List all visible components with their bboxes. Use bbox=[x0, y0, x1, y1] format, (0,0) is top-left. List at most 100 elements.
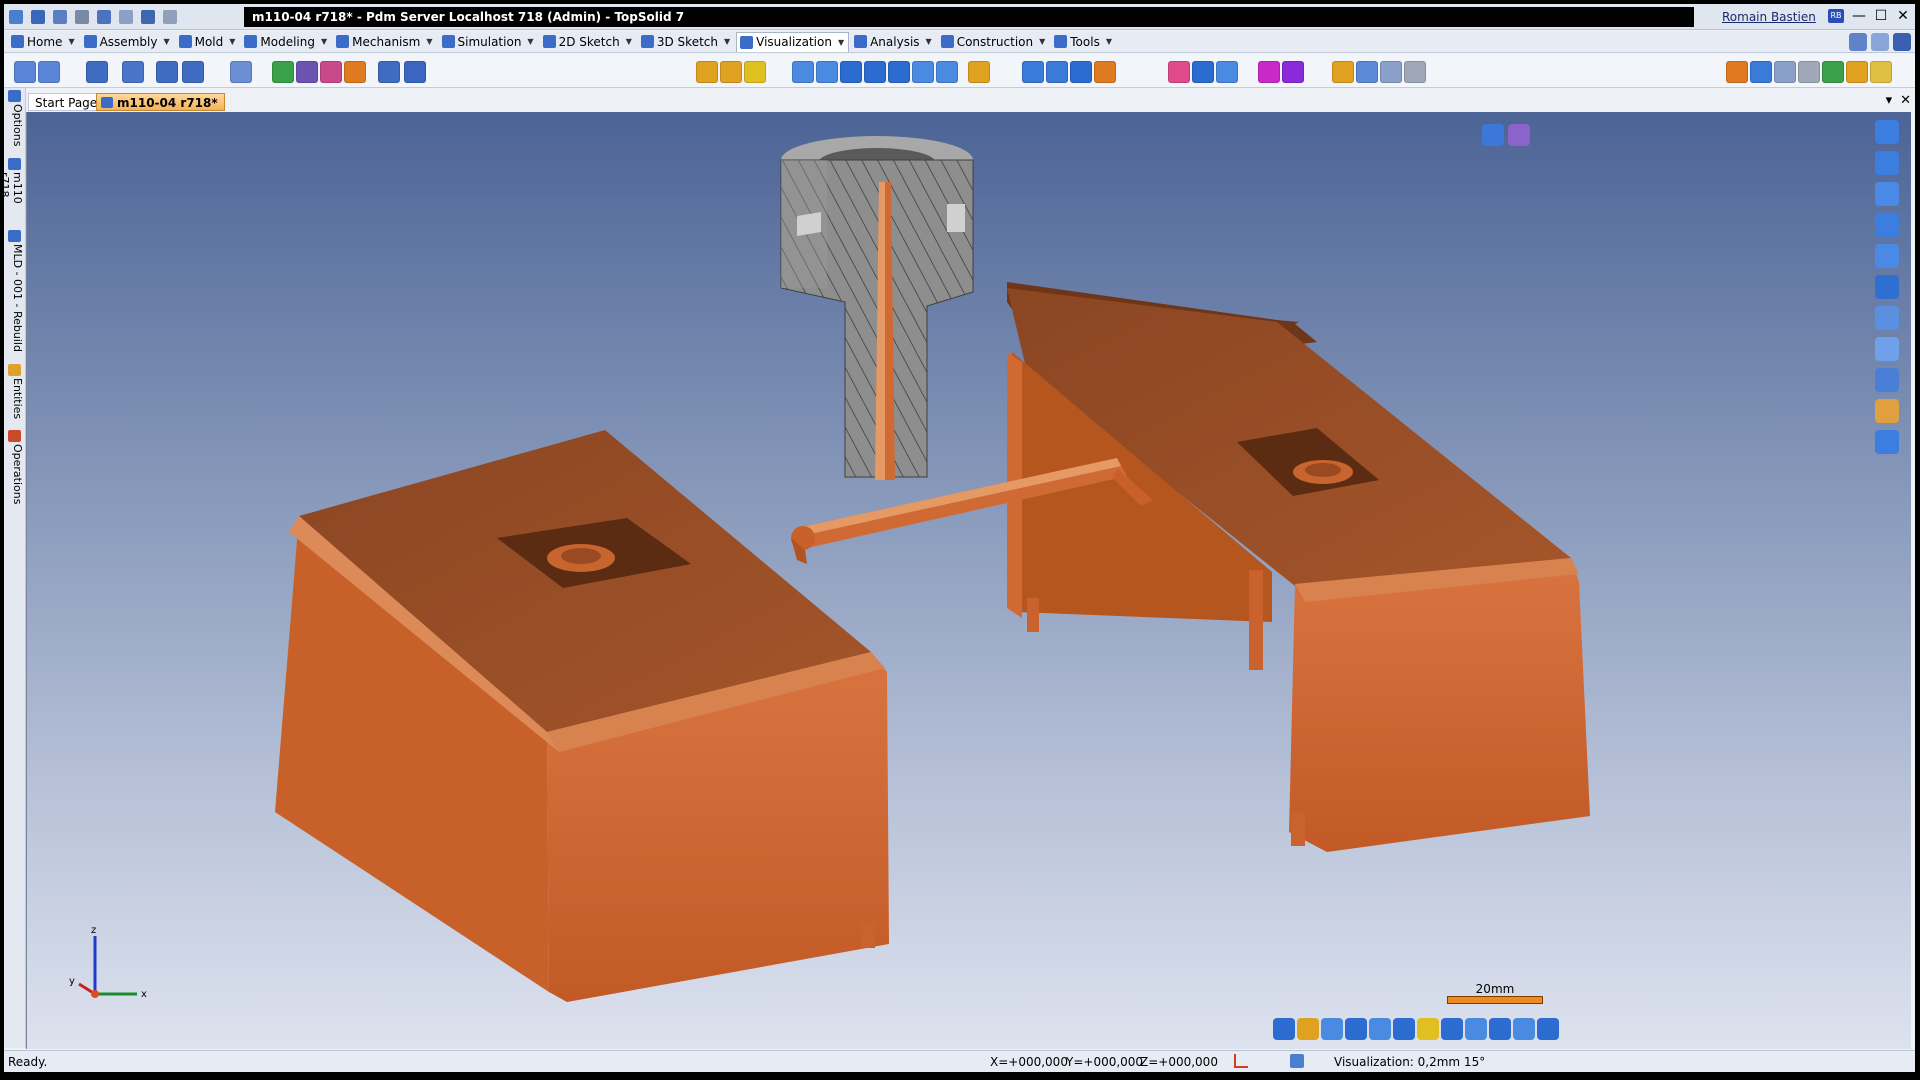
chevron-down-icon[interactable]: ▼ bbox=[1039, 37, 1045, 46]
tab-list-button[interactable]: ▾ bbox=[1886, 93, 1893, 108]
tool-e-icon[interactable] bbox=[1822, 61, 1844, 83]
menu-tab-home[interactable]: Home ▼ bbox=[8, 32, 79, 52]
standard-view-7-icon[interactable] bbox=[1417, 1018, 1439, 1040]
view-help-icon[interactable] bbox=[1875, 430, 1899, 454]
material-2-icon[interactable] bbox=[1282, 61, 1304, 83]
close-button[interactable]: ✕ bbox=[1893, 6, 1913, 26]
standard-view-4-icon[interactable] bbox=[1345, 1018, 1367, 1040]
menu-tab-tools[interactable]: Tools ▼ bbox=[1051, 32, 1116, 52]
export-icon[interactable] bbox=[378, 61, 400, 83]
render-mode-icon[interactable] bbox=[1875, 399, 1899, 423]
pen-tool-button[interactable] bbox=[138, 7, 158, 27]
tool-f-icon[interactable] bbox=[1846, 61, 1868, 83]
standard-view-1-icon[interactable] bbox=[1273, 1018, 1295, 1040]
walk-person-icon[interactable] bbox=[404, 61, 426, 83]
view-5-icon[interactable] bbox=[888, 61, 910, 83]
close-document-button[interactable]: ✕ bbox=[1900, 93, 1911, 108]
dock-tab-entities[interactable]: Entities bbox=[6, 364, 24, 426]
tool-b-icon[interactable] bbox=[1750, 61, 1772, 83]
measure-icon[interactable] bbox=[156, 61, 178, 83]
layers-icon[interactable] bbox=[86, 61, 108, 83]
standard-view-11-icon[interactable] bbox=[1513, 1018, 1535, 1040]
section-icon[interactable] bbox=[1094, 61, 1116, 83]
part-1-icon[interactable] bbox=[1022, 61, 1044, 83]
snap-icon[interactable] bbox=[1234, 1054, 1248, 1068]
standard-view-12-icon[interactable] bbox=[1537, 1018, 1559, 1040]
standard-view-8-icon[interactable] bbox=[1441, 1018, 1463, 1040]
menu-tab-2d-sketch[interactable]: 2D Sketch ▼ bbox=[540, 32, 636, 52]
options-icon[interactable] bbox=[1849, 33, 1867, 51]
part-2-icon[interactable] bbox=[1046, 61, 1068, 83]
redo-button[interactable] bbox=[116, 7, 136, 27]
tool-a-icon[interactable] bbox=[1726, 61, 1748, 83]
section-plane-icon[interactable] bbox=[1875, 244, 1899, 268]
undo-button[interactable] bbox=[94, 7, 114, 27]
light-icon[interactable] bbox=[1192, 61, 1214, 83]
snapshot-icon[interactable] bbox=[1380, 61, 1402, 83]
display-icon[interactable] bbox=[1290, 1054, 1304, 1068]
monitor-icon[interactable] bbox=[296, 61, 318, 83]
dock-tab-project[interactable]: m110 r718 bbox=[4, 158, 24, 228]
chevron-down-icon[interactable]: ▼ bbox=[426, 37, 432, 46]
texture-icon[interactable] bbox=[344, 61, 366, 83]
menu-tab-construction[interactable]: Construction ▼ bbox=[938, 32, 1050, 52]
capture-icon[interactable] bbox=[1404, 61, 1426, 83]
standard-view-6-icon[interactable] bbox=[1393, 1018, 1415, 1040]
dock-tab-rebuild[interactable]: MLD - 001 - Rebuild bbox=[6, 230, 24, 360]
material-1-icon[interactable] bbox=[1258, 61, 1280, 83]
user-name-link[interactable]: Romain Bastien bbox=[1722, 10, 1816, 24]
view-6-icon[interactable] bbox=[912, 61, 934, 83]
magnifier-tool-icon[interactable] bbox=[230, 61, 252, 83]
part-3-icon[interactable] bbox=[1070, 61, 1092, 83]
search-icon[interactable] bbox=[1871, 33, 1889, 51]
help-icon[interactable] bbox=[1893, 33, 1911, 51]
view-layout-icon[interactable] bbox=[1875, 275, 1899, 299]
standard-view-3-icon[interactable] bbox=[1321, 1018, 1343, 1040]
view-cube-icon[interactable] bbox=[1482, 124, 1504, 146]
view-1-icon[interactable] bbox=[792, 61, 814, 83]
pan-icon[interactable] bbox=[1875, 120, 1899, 144]
standard-view-9-icon[interactable] bbox=[1465, 1018, 1487, 1040]
view-3-icon[interactable] bbox=[840, 61, 862, 83]
tool-c-icon[interactable] bbox=[1774, 61, 1796, 83]
palette-icon[interactable] bbox=[1168, 61, 1190, 83]
tool-d-icon[interactable] bbox=[1798, 61, 1820, 83]
fly-icon[interactable] bbox=[1875, 213, 1899, 237]
walk-icon[interactable] bbox=[1875, 182, 1899, 206]
chevron-down-icon[interactable]: ▼ bbox=[163, 37, 169, 46]
menu-tab-modeling[interactable]: Modeling ▼ bbox=[241, 32, 331, 52]
menu-tab-simulation[interactable]: Simulation ▼ bbox=[439, 32, 538, 52]
chevron-down-icon[interactable]: ▼ bbox=[724, 37, 730, 46]
rotate-icon[interactable] bbox=[1875, 151, 1899, 175]
camera-eye-icon[interactable] bbox=[1508, 124, 1530, 146]
view-7-icon[interactable] bbox=[936, 61, 958, 83]
dock-tab-operations[interactable]: Operations bbox=[6, 430, 24, 510]
binoculars-icon[interactable] bbox=[14, 61, 36, 83]
color-icon[interactable] bbox=[320, 61, 342, 83]
menu-tab-mechanism[interactable]: Mechanism ▼ bbox=[333, 32, 436, 52]
chevron-down-icon[interactable]: ▼ bbox=[321, 37, 327, 46]
refresh-button[interactable] bbox=[160, 7, 180, 27]
filter-icon[interactable] bbox=[1216, 61, 1238, 83]
save-all-button[interactable] bbox=[50, 7, 70, 27]
tab-active-document[interactable]: m110-04 r718* bbox=[96, 93, 225, 111]
chevron-down-icon[interactable]: ▼ bbox=[926, 37, 932, 46]
view-4-icon[interactable] bbox=[864, 61, 886, 83]
collision-icon[interactable] bbox=[182, 61, 204, 83]
chevron-down-icon[interactable]: ▼ bbox=[527, 37, 533, 46]
minimize-button[interactable]: — bbox=[1849, 6, 1869, 26]
tab-start-page[interactable]: Start Page bbox=[28, 93, 105, 111]
grid-icon[interactable] bbox=[1356, 61, 1378, 83]
shade-1-icon[interactable] bbox=[696, 61, 718, 83]
view-glasses-icon[interactable] bbox=[38, 61, 60, 83]
standard-view-2-icon[interactable] bbox=[1297, 1018, 1319, 1040]
perspective-icon[interactable] bbox=[1332, 61, 1354, 83]
zoom-icon[interactable] bbox=[1875, 337, 1899, 361]
view-2-icon[interactable] bbox=[816, 61, 838, 83]
menu-tab-mold[interactable]: Mold ▼ bbox=[176, 32, 240, 52]
menu-tab-visualization[interactable]: Visualization ▼ bbox=[736, 31, 850, 52]
3d-viewport[interactable]: z x y 20mm bbox=[26, 112, 1911, 1049]
menu-tab-analysis[interactable]: Analysis ▼ bbox=[851, 32, 936, 52]
zoom-window-icon[interactable] bbox=[1875, 306, 1899, 330]
chevron-down-icon[interactable]: ▼ bbox=[68, 37, 74, 46]
